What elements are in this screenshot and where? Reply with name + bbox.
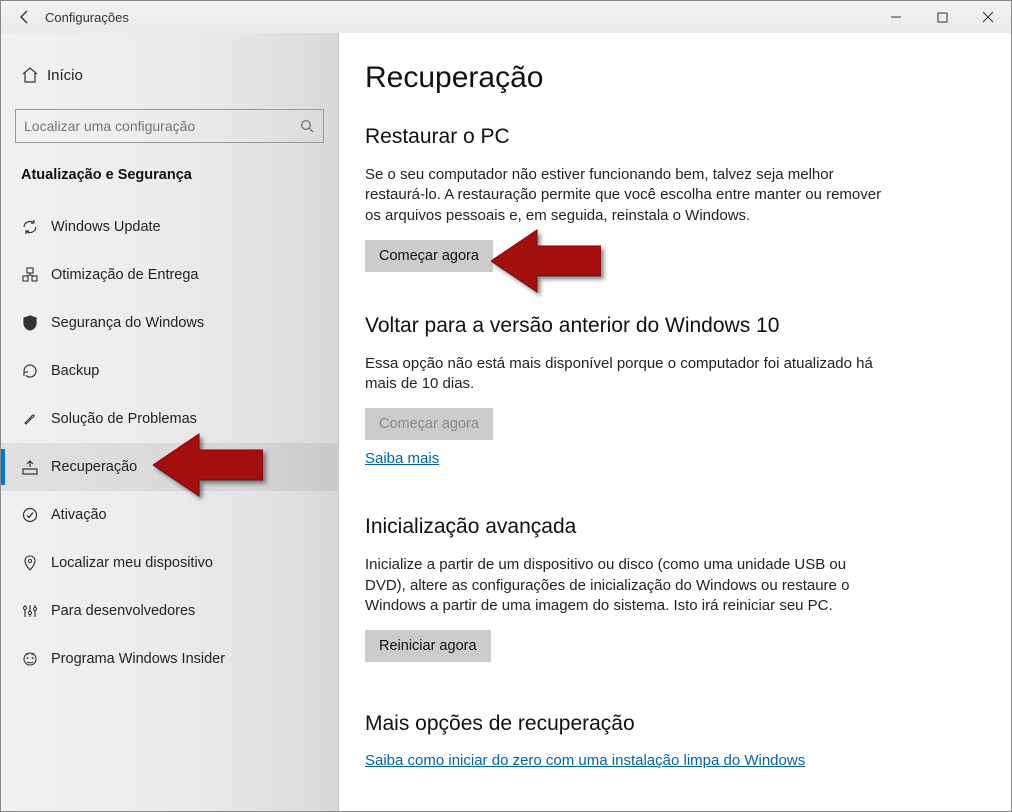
back-button[interactable] bbox=[9, 1, 41, 33]
search-icon bbox=[300, 119, 315, 134]
learn-more-link[interactable]: Saiba mais bbox=[365, 450, 439, 467]
sidebar-item-recovery[interactable]: Recuperação bbox=[1, 443, 338, 491]
section-goback: Voltar para a versão anterior do Windows… bbox=[365, 314, 985, 476]
window-title: Configurações bbox=[41, 10, 129, 25]
sidebar-home-label: Início bbox=[47, 67, 83, 84]
minimize-icon bbox=[890, 11, 902, 23]
section-heading: Restaurar o PC bbox=[365, 125, 985, 149]
sidebar-item-label: Solução de Problemas bbox=[51, 411, 197, 427]
section-reset: Restaurar o PC Se o seu computador não e… bbox=[365, 125, 985, 282]
reset-start-button[interactable]: Começar agora bbox=[365, 240, 493, 272]
sidebar-item-delivery-opt[interactable]: Otimização de Entrega bbox=[1, 251, 338, 299]
sidebar-item-windows-security[interactable]: Segurança do Windows bbox=[1, 299, 338, 347]
sidebar-item-insider[interactable]: Programa Windows Insider bbox=[1, 635, 338, 683]
shield-icon bbox=[21, 314, 51, 332]
sidebar-item-label: Programa Windows Insider bbox=[51, 651, 225, 667]
section-heading: Voltar para a versão anterior do Windows… bbox=[365, 314, 985, 338]
sidebar-item-label: Para desenvolvedores bbox=[51, 603, 195, 619]
section-heading: Mais opções de recuperação bbox=[365, 712, 985, 736]
page-title: Recuperação bbox=[365, 61, 985, 95]
titlebar: Configurações bbox=[1, 1, 1011, 33]
sidebar-item-label: Segurança do Windows bbox=[51, 315, 204, 331]
minimize-button[interactable] bbox=[873, 1, 919, 33]
close-button[interactable] bbox=[965, 1, 1011, 33]
section-more: Mais opções de recuperação Saiba como in… bbox=[365, 712, 985, 777]
sidebar-item-windows-update[interactable]: Windows Update bbox=[1, 203, 338, 251]
arrow-left-icon bbox=[17, 9, 33, 25]
fresh-start-link[interactable]: Saiba como iniciar do zero com uma insta… bbox=[365, 752, 805, 769]
window-controls bbox=[873, 1, 1011, 33]
restart-now-button[interactable]: Reiniciar agora bbox=[365, 630, 491, 662]
maximize-icon bbox=[937, 12, 948, 23]
section-advanced: Inicialização avançada Inicialize a part… bbox=[365, 515, 985, 672]
sidebar-item-developers[interactable]: Para desenvolvedores bbox=[1, 587, 338, 635]
sidebar-item-label: Otimização de Entrega bbox=[51, 267, 199, 283]
sidebar-item-activation[interactable]: Ativação bbox=[1, 491, 338, 539]
delivery-icon bbox=[21, 266, 51, 284]
recovery-icon bbox=[21, 458, 51, 476]
section-body: Se o seu computador não estiver funciona… bbox=[365, 165, 885, 226]
sidebar-home[interactable]: Início bbox=[1, 55, 338, 95]
sidebar-section-title: Atualização e Segurança bbox=[1, 143, 338, 195]
search-box[interactable] bbox=[15, 109, 324, 143]
main-content: Recuperação Restaurar o PC Se o seu comp… bbox=[339, 33, 1011, 811]
sidebar-item-backup[interactable]: Backup bbox=[1, 347, 338, 395]
sidebar-item-label: Backup bbox=[51, 363, 99, 379]
sidebar-item-find-device[interactable]: Localizar meu dispositivo bbox=[1, 539, 338, 587]
close-icon bbox=[982, 11, 994, 23]
sidebar-item-label: Ativação bbox=[51, 507, 107, 523]
sidebar-item-label: Recuperação bbox=[51, 459, 137, 475]
home-icon bbox=[21, 66, 47, 84]
wrench-icon bbox=[21, 410, 51, 428]
insider-icon bbox=[21, 650, 51, 668]
check-circle-icon bbox=[21, 506, 51, 524]
sidebar-item-label: Windows Update bbox=[51, 219, 161, 235]
section-body: Essa opção não está mais disponível porq… bbox=[365, 354, 885, 395]
backup-icon bbox=[21, 362, 51, 380]
location-icon bbox=[21, 554, 51, 572]
maximize-button[interactable] bbox=[919, 1, 965, 33]
goback-start-button: Começar agora bbox=[365, 408, 493, 440]
sidebar-item-troubleshoot[interactable]: Solução de Problemas bbox=[1, 395, 338, 443]
sync-icon bbox=[21, 218, 51, 236]
sidebar-item-label: Localizar meu dispositivo bbox=[51, 555, 213, 571]
search-input[interactable] bbox=[24, 118, 300, 134]
section-body: Inicialize a partir de um dispositivo ou… bbox=[365, 555, 885, 616]
sidebar-nav: Windows Update Otimização de Entrega Seg… bbox=[1, 203, 338, 683]
sidebar: Início Atualização e Segurança Windows U… bbox=[1, 33, 339, 811]
sliders-icon bbox=[21, 602, 51, 620]
section-heading: Inicialização avançada bbox=[365, 515, 985, 539]
